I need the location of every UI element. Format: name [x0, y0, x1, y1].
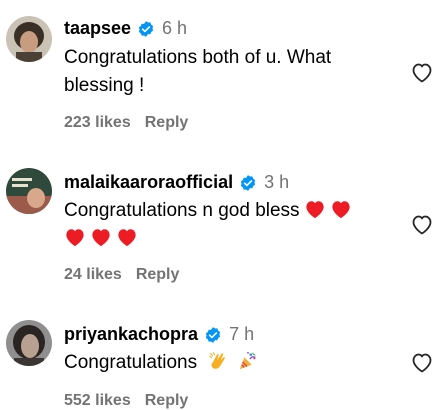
heart-outline-icon[interactable]	[410, 351, 434, 373]
verified-badge-icon	[240, 174, 256, 191]
red-heart-emoji	[118, 229, 136, 247]
timestamp: 7 h	[229, 324, 255, 344]
timestamp: 3 h	[264, 172, 290, 192]
red-heart-emoji	[92, 229, 110, 247]
username[interactable]: priyankachopra	[64, 324, 198, 345]
avatar[interactable]	[6, 16, 52, 62]
comment-text: Congratulations both of u. What blessing…	[64, 44, 394, 100]
clapping-hands-emoji	[209, 352, 226, 369]
avatar[interactable]	[6, 168, 52, 214]
party-popper-emoji	[239, 351, 256, 370]
avatar[interactable]	[6, 320, 52, 366]
username[interactable]: malaikaaroraofficial	[64, 172, 233, 193]
comment-text: Congratulations n god bless	[64, 197, 394, 253]
red-heart-emoji	[66, 229, 84, 247]
comment-text-line: blessing !	[64, 75, 145, 96]
heart-outline-icon[interactable]	[410, 61, 434, 83]
username[interactable]: taapsee	[64, 18, 131, 39]
comment-text: Congratulations	[64, 349, 394, 377]
red-heart-emoji	[305, 201, 324, 219]
reply-button[interactable]: Reply	[136, 266, 180, 284]
verified-badge-icon	[138, 20, 154, 37]
reply-button[interactable]: Reply	[145, 392, 189, 410]
likes-count[interactable]: 223 likes	[64, 114, 131, 132]
comment-text-line: Congratulations	[64, 352, 198, 373]
likes-count[interactable]: 552 likes	[64, 392, 131, 410]
heart-outline-icon[interactable]	[410, 213, 434, 235]
timestamp: 6 h	[162, 18, 188, 38]
comment-text-line: Congratulations n god bless	[64, 200, 300, 221]
reply-button[interactable]: Reply	[145, 114, 189, 132]
red-heart-emoji	[331, 201, 350, 219]
comment-text-line: Congratulations both of u. What	[64, 47, 332, 68]
likes-count[interactable]: 24 likes	[64, 266, 122, 284]
verified-badge-icon	[205, 326, 221, 343]
